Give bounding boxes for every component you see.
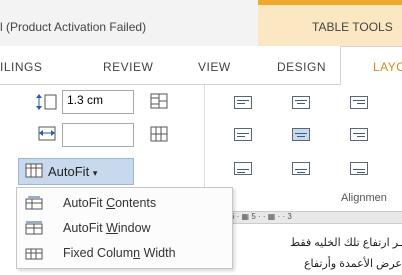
autofit-dropdown-menu: AutoFit Contents AutoFit Window Fixed Co… bbox=[16, 187, 233, 269]
tab-mailings[interactable]: ILINGS bbox=[0, 60, 42, 74]
autofit-icon bbox=[25, 163, 43, 178]
align-middle-center-button[interactable] bbox=[292, 128, 310, 141]
alignment-group-label: Alignmen bbox=[341, 192, 387, 204]
tab-view[interactable]: VIEW bbox=[198, 60, 231, 74]
align-middle-right-button[interactable] bbox=[350, 128, 368, 141]
row-height-input[interactable]: 1.3 cm bbox=[62, 90, 134, 114]
horizontal-ruler[interactable]: 6 · ▦ 5 · · ▦ · · 3 bbox=[230, 211, 402, 224]
table-tools-accent-stripe bbox=[258, 0, 402, 5]
distribute-columns-icon[interactable] bbox=[150, 126, 170, 144]
menu-item-autofit-contents[interactable]: AutoFit Contents bbox=[18, 191, 231, 215]
menu-item-autofit-window[interactable]: AutoFit Window bbox=[18, 216, 231, 240]
align-top-left-button[interactable] bbox=[234, 96, 252, 109]
menu-item-label: Fixed Column Width bbox=[63, 246, 176, 260]
align-bottom-left-button[interactable] bbox=[234, 162, 252, 175]
column-width-icon bbox=[38, 126, 56, 141]
table-tools-label: TABLE TOOLS bbox=[312, 20, 393, 34]
menu-item-label: AutoFit Contents bbox=[63, 196, 157, 210]
autofit-window-icon bbox=[25, 221, 43, 235]
tab-layout[interactable]: LAYO bbox=[373, 60, 402, 74]
align-top-right-button[interactable] bbox=[350, 96, 368, 109]
column-width-input[interactable] bbox=[62, 123, 134, 147]
autofit-contents-icon bbox=[25, 196, 43, 210]
tab-review[interactable]: REVIEW bbox=[103, 60, 153, 74]
window-title: l (Product Activation Failed) bbox=[0, 20, 147, 34]
autofit-label: AutoFit ▾ bbox=[48, 164, 98, 179]
menu-item-label: AutoFit Window bbox=[63, 221, 151, 235]
document-text-line[interactable]: ـر ارتفاع تلك الخليه فقط bbox=[290, 236, 402, 249]
align-middle-left-button[interactable] bbox=[234, 128, 252, 141]
chevron-down-icon: ▾ bbox=[92, 168, 98, 178]
align-bottom-right-button[interactable] bbox=[350, 162, 368, 175]
menu-item-fixed-column-width[interactable]: Fixed Column Width bbox=[18, 241, 231, 265]
document-text-line[interactable]: عرض الأعمدة وأرتفاع bbox=[304, 257, 402, 270]
align-top-center-button[interactable] bbox=[292, 96, 310, 109]
table-row-height-icon bbox=[36, 94, 57, 110]
tab-design[interactable]: DESIGN bbox=[277, 60, 326, 74]
align-bottom-center-button[interactable] bbox=[292, 162, 310, 175]
distribute-rows-icon[interactable] bbox=[150, 93, 170, 111]
group-separator bbox=[204, 85, 205, 190]
fixed-column-width-icon bbox=[25, 248, 43, 260]
